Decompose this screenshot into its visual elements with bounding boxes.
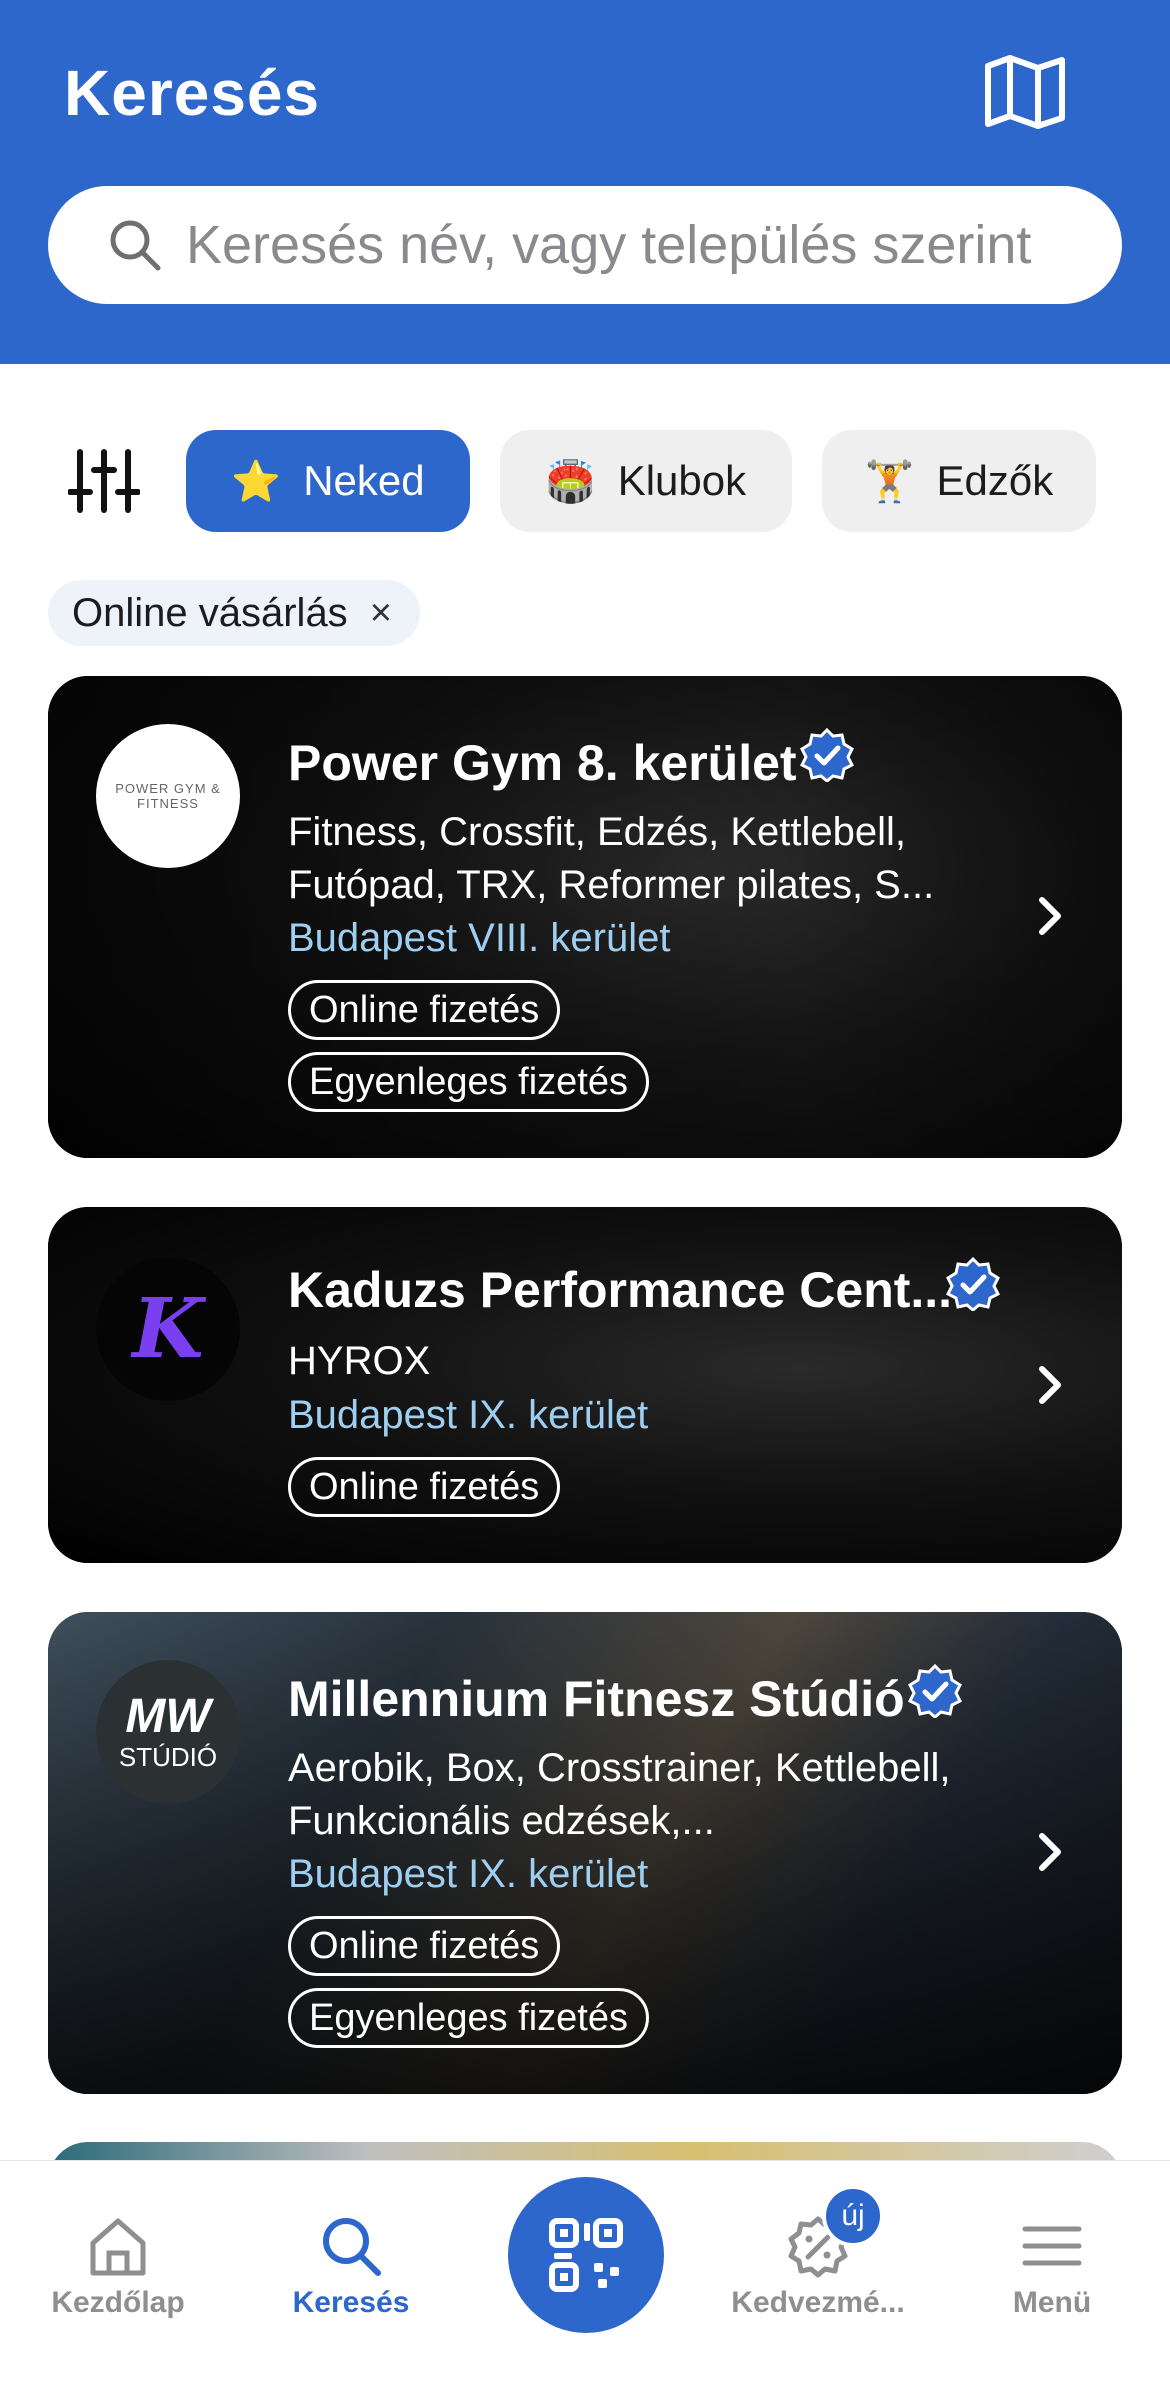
gym-name: Power Gym 8. kerület	[288, 735, 797, 791]
home-icon	[90, 2218, 146, 2276]
tab-klubok[interactable]: 🏟️ Klubok	[500, 430, 792, 532]
gym-location: Budapest IX. kerület	[288, 1393, 649, 1437]
tag-online-payment: Online fizetés	[288, 980, 561, 1040]
star-icon: ⭐	[231, 459, 282, 504]
gym-card[interactable]: K Kaduzs Performance Cent... HYROX Budap…	[48, 1207, 1122, 1563]
nav-label: Kezdőlap	[51, 2286, 185, 2319]
gym-activities: Aerobik, Box, Crosstrainer, Kettlebell, …	[288, 1746, 951, 1843]
gym-activities: Fitness, Crossfit, Edzés, Kettlebell, Fu…	[288, 810, 935, 907]
tag-online-payment: Online fizetés	[288, 1916, 561, 1976]
header-bar: Keresés	[0, 0, 1170, 364]
nav-label: Kedvezmé...	[731, 2286, 905, 2319]
gym-name: Kaduzs Performance Cent...	[288, 1262, 953, 1318]
tag-online-payment: Online fizetés	[288, 1457, 561, 1517]
nav-home[interactable]: Kezdőlap	[8, 2161, 228, 2321]
sliders-icon[interactable]	[67, 448, 141, 514]
verified-badge-icon	[946, 1257, 1000, 1311]
gym-activities: HYROX	[288, 1339, 431, 1383]
nav-menu[interactable]: Menü	[942, 2161, 1162, 2321]
nav-search[interactable]: Keresés	[241, 2161, 461, 2321]
tab-label: Neked	[303, 457, 425, 504]
qr-scan-button[interactable]	[508, 2177, 664, 2333]
gym-card[interactable]: MW STÚDIÓ Millennium Fitnesz Stúdió Aero…	[48, 1612, 1122, 2094]
nav-discounts[interactable]: Kedvezmé...	[708, 2161, 928, 2321]
search-icon	[323, 2218, 381, 2276]
nav-label: Menü	[1012, 2286, 1092, 2319]
chevron-right-icon	[1039, 897, 1061, 935]
page-title: Keresés	[64, 57, 321, 129]
search-bar[interactable]	[48, 186, 1122, 304]
active-filter-chip[interactable]: Online vásárlás ×	[48, 580, 420, 646]
gym-logo: MW STÚDIÓ	[96, 1660, 240, 1804]
bottom-navigation: Kezdőlap Keresés Kedvezmé... új Menü	[0, 2160, 1170, 2401]
weightlifter-icon: 🏋️	[864, 459, 915, 504]
chevron-right-icon	[1039, 1366, 1061, 1404]
menu-icon	[1022, 2226, 1082, 2266]
tab-neked[interactable]: ⭐ Neked	[186, 430, 470, 532]
chip-label: Online vásárlás	[72, 590, 348, 635]
tag-balance-payment: Egyenleges fizetés	[288, 1052, 649, 1112]
search-input[interactable]	[186, 186, 1062, 304]
gym-location: Budapest VIII. kerület	[288, 916, 671, 960]
new-badge: új	[822, 2185, 884, 2247]
gym-card[interactable]: POWER GYM & FITNESS Power Gym 8. kerület…	[48, 676, 1122, 1158]
gym-name: Millennium Fitnesz Stúdió	[288, 1671, 905, 1727]
verified-badge-icon	[908, 1664, 962, 1718]
tab-label: Edzők	[936, 457, 1054, 504]
tab-edzok[interactable]: 🏋️ Edzők	[822, 430, 1096, 532]
tab-label: Klubok	[617, 457, 747, 504]
nav-label: Keresés	[292, 2286, 410, 2319]
verified-badge-icon	[800, 728, 854, 782]
tag-balance-payment: Egyenleges fizetés	[288, 1988, 649, 2048]
stadium-icon: 🏟️	[545, 459, 596, 504]
qr-code-icon	[549, 2218, 623, 2292]
gym-location: Budapest IX. kerület	[288, 1852, 649, 1896]
chevron-right-icon	[1039, 1833, 1061, 1871]
gym-logo: POWER GYM & FITNESS	[96, 724, 240, 868]
search-icon	[110, 220, 161, 271]
close-icon[interactable]: ×	[370, 592, 392, 635]
gym-logo: K	[96, 1257, 240, 1401]
map-icon[interactable]	[980, 52, 1070, 132]
